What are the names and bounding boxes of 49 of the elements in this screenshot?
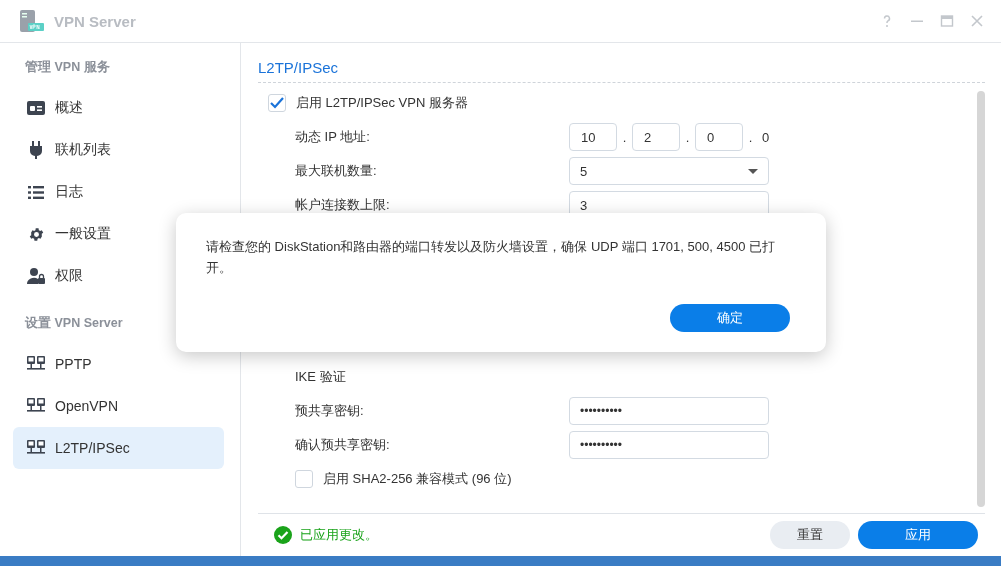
sidebar-heading: 管理 VPN 服务 — [24, 59, 111, 76]
checkbox-label: 启用 SHA2-256 兼容模式 (96 位) — [323, 470, 512, 488]
ip-octet-field[interactable]: 0 — [695, 123, 743, 151]
apply-button[interactable]: 应用 — [858, 521, 978, 549]
app-icon — [20, 9, 44, 33]
network-icon — [27, 398, 45, 414]
ip-separator: . — [684, 129, 691, 145]
ip-octet-field[interactable]: 2 — [632, 123, 680, 151]
dropdown[interactable]: 5 — [569, 157, 769, 185]
sidebar-item[interactable]: 概述 — [13, 87, 224, 129]
status-message: 已应用更改。 — [300, 526, 378, 544]
field-label: 预共享密钥: — [294, 402, 365, 420]
password-field[interactable]: •••••••••• — [569, 431, 769, 459]
field-label: 动态 IP 地址: — [294, 128, 371, 146]
list-icon — [28, 185, 44, 199]
field-label: 最大联机数量: — [294, 162, 378, 180]
sidebar-item[interactable]: 联机列表 — [13, 129, 224, 171]
password-field[interactable]: •••••••••• — [569, 397, 769, 425]
ok-button[interactable]: 确定 — [670, 304, 790, 332]
plug-icon — [30, 141, 42, 159]
close-icon[interactable] — [969, 13, 985, 29]
sidebar-item[interactable]: OpenVPN — [13, 385, 224, 427]
sidebar-item[interactable]: 日志 — [13, 171, 224, 213]
ip-separator: . — [621, 129, 628, 145]
sidebar-item[interactable]: L2TP/IPSec — [13, 427, 224, 469]
success-icon — [274, 526, 292, 544]
caret-icon — [748, 168, 758, 174]
checkbox-label: 启用 L2TP/IPSec VPN 服务器 — [296, 94, 468, 112]
scrollbar[interactable] — [977, 91, 985, 507]
group-heading: IKE 验证 — [294, 368, 346, 386]
field-label: 帐户连接数上限: — [294, 196, 391, 214]
field-label: 确认预共享密钥: — [294, 436, 391, 454]
network-icon — [27, 356, 45, 372]
user-lock-icon — [27, 268, 45, 284]
settings-icon — [27, 225, 45, 243]
reset-button[interactable]: 重置 — [770, 521, 850, 549]
sidebar-heading: 设置 VPN Server — [24, 315, 124, 332]
dialog-message: 请检查您的 DiskStation和路由器的端口转发以及防火墙设置，确保 UDP 端口 1701, 500, 4500 已打开。 — [206, 238, 776, 277]
id-card-icon — [27, 101, 45, 115]
window-title: VPN Server — [54, 12, 137, 30]
maximize-icon[interactable] — [939, 13, 955, 29]
ip-separator: . — [747, 129, 754, 145]
section-title: L2TP/IPSec — [258, 43, 985, 83]
sidebar-item[interactable]: PPTP — [13, 343, 224, 385]
ip-octet: 0 — [761, 129, 770, 145]
ip-octet-field[interactable]: 10 — [569, 123, 617, 151]
network-icon — [27, 440, 45, 456]
checkbox[interactable] — [295, 470, 313, 488]
checkbox[interactable] — [268, 94, 286, 112]
